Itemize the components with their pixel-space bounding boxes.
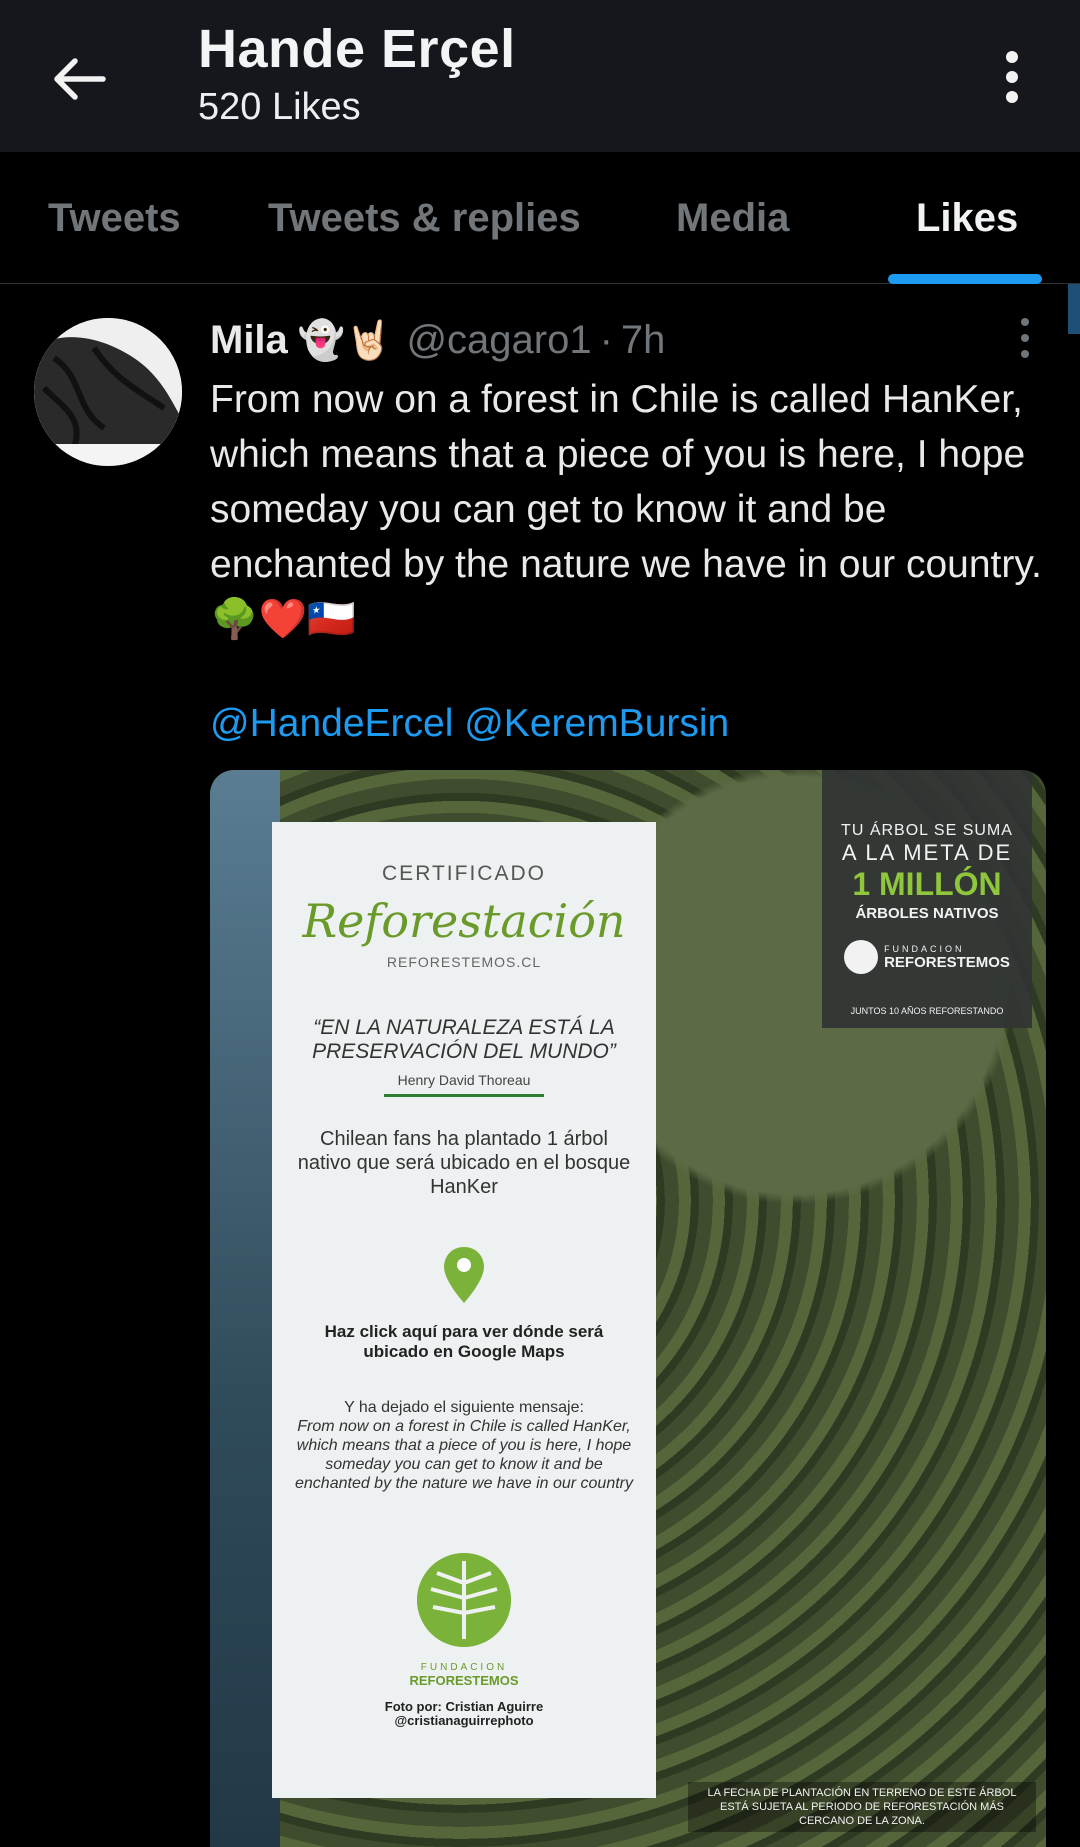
leaf-logo-icon	[417, 1553, 511, 1647]
badge-line-2: A LA META DE	[841, 840, 1013, 865]
certificate-script-title: Reforestación	[302, 894, 626, 948]
certificate-quote-author: Henry David Thoreau	[384, 1072, 544, 1097]
lake-shore	[210, 770, 280, 1847]
certificate-foundation-name: REFORESTEMOS	[409, 1673, 519, 1688]
arrow-left-icon	[54, 58, 106, 100]
image-footnote: LA FECHA DE PLANTACIÓN EN TERRENO DE EST…	[688, 1782, 1036, 1832]
tweet-mentions: @HandeErcel @KeremBursin	[210, 702, 729, 746]
foundation-logo-icon	[844, 940, 879, 974]
map-pin-icon	[444, 1247, 484, 1303]
certificate-card: CERTIFICADO Reforestación REFORESTEMOS.C…	[272, 822, 656, 1798]
avatar[interactable]	[34, 318, 182, 466]
certificate-message: Y ha dejado el siguiente mensaje: From n…	[294, 1398, 634, 1493]
tab-media[interactable]: Media	[676, 196, 789, 241]
certificate-foundation-top: FUNDACION	[420, 1662, 508, 1673]
likes-count: 520 Likes	[198, 86, 361, 128]
scroll-indicator	[1068, 284, 1080, 334]
separator-dot: ·	[599, 318, 613, 362]
badge-line-4: ÁRBOLES NATIVOS	[855, 905, 999, 922]
tweet-timestamp[interactable]: 7h	[621, 318, 666, 363]
more-dot-icon	[1021, 318, 1029, 326]
tweet-image[interactable]: CERTIFICADO Reforestación REFORESTEMOS.C…	[210, 770, 1046, 1847]
badge-goal: 1 MILLÓN	[852, 866, 1002, 902]
tweet-more-button[interactable]	[1010, 318, 1040, 358]
tab-tweets[interactable]: Tweets	[48, 196, 181, 241]
badge-foundation-name: REFORESTEMOS	[884, 953, 1010, 971]
more-vertical-icon	[1006, 51, 1018, 103]
more-dot-icon	[1021, 334, 1029, 342]
active-tab-indicator	[888, 274, 1042, 284]
photo-credit: Foto por: Cristian Aguirre @cristianagui…	[272, 1700, 656, 1728]
author-name[interactable]: Mila	[210, 318, 288, 363]
certificate-maps-link: Haz click aquí para ver dónde será ubica…	[324, 1322, 604, 1361]
certificate-body: Chilean fans ha plantado 1 árbol nativo …	[297, 1128, 631, 1198]
goal-badge: TU ÁRBOL SE SUMA A LA META DE 1 MILLÓN Á…	[822, 770, 1032, 1028]
profile-title-block: Hande Erçel 520 Likes	[198, 18, 516, 129]
tab-likes[interactable]: Likes	[916, 196, 1018, 241]
mention-link[interactable]: @HandeErcel	[210, 702, 453, 745]
tweet-header: Mila 👻🤘🏻 @cagaro1 · 7h	[210, 318, 665, 363]
more-dot-icon	[1021, 350, 1029, 358]
more-options-button[interactable]	[982, 40, 1042, 114]
badge-line-5: JUNTOS 10 AÑOS REFORESTANDO	[850, 1006, 1004, 1016]
certificate-message-intro: Y ha dejado el siguiente mensaje:	[344, 1399, 584, 1416]
top-app-bar: Hande Erçel 520 Likes	[0, 0, 1080, 152]
certificate-site: REFORESTEMOS.CL	[386, 954, 542, 970]
certificate-heading: CERTIFICADO	[382, 862, 546, 885]
photo-credit-name: Foto por: Cristian Aguirre	[384, 1699, 544, 1714]
profile-tabs: Tweets Tweets & replies Media Likes	[0, 152, 1080, 284]
avatar-image	[34, 318, 182, 466]
tab-tweets-replies[interactable]: Tweets & replies	[268, 196, 581, 241]
back-button[interactable]	[44, 44, 114, 114]
profile-name: Hande Erçel	[198, 19, 516, 79]
author-emojis: 👻🤘🏻	[297, 319, 393, 362]
badge-logo: FUNDACION REFORESTEMOS	[822, 940, 1032, 974]
certificate-quote: “EN LA NATURALEZA ESTÁ LA PRESERVACIÓN D…	[312, 1016, 616, 1063]
certificate-message-text: From now on a forest in Chile is called …	[295, 1418, 633, 1492]
tweet-body: From now on a forest in Chile is called …	[210, 378, 1042, 641]
badge-foundation-top: FUNDACION	[884, 943, 965, 954]
photo-credit-handle: @cristianaguirrephoto	[394, 1713, 534, 1728]
mention-link[interactable]: @KeremBursin	[464, 702, 729, 745]
author-handle[interactable]: @cagaro1	[406, 318, 591, 363]
badge-line-1: TU ÁRBOL SE SUMA	[841, 822, 1013, 839]
